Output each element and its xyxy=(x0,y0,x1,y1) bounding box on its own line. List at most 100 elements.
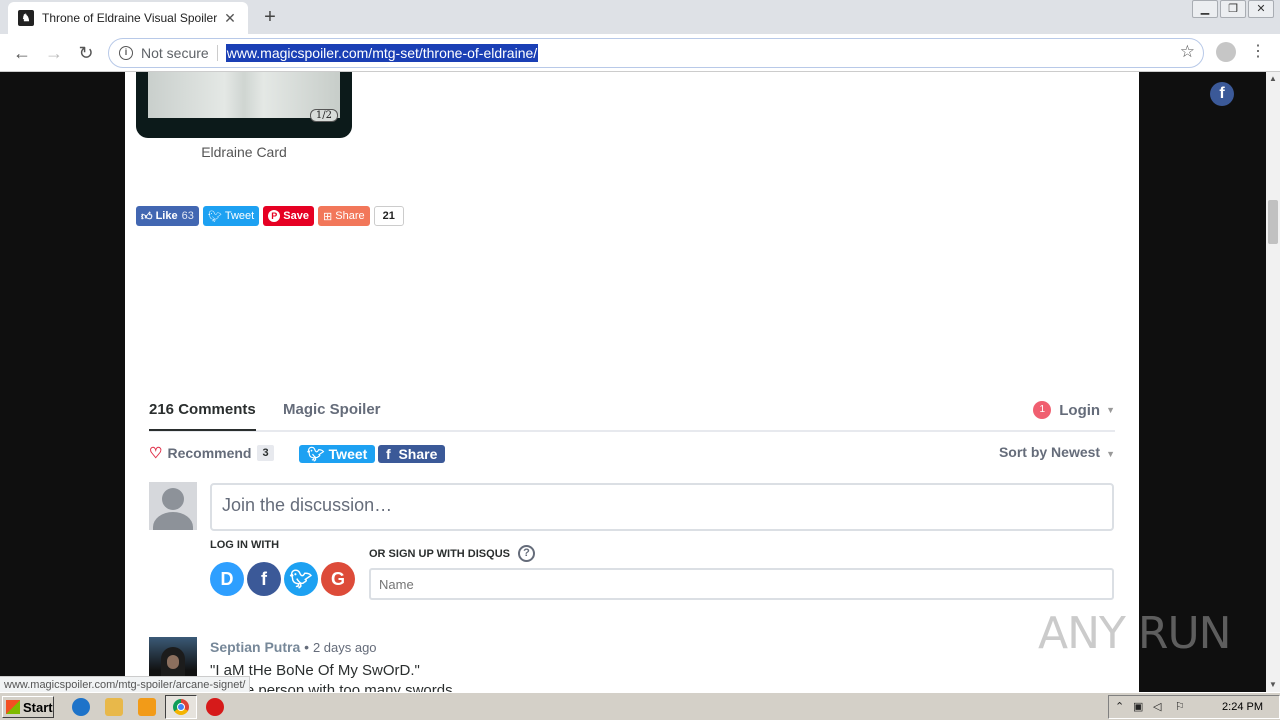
address-bar[interactable]: i Not secure www.magicspoiler.com/mtg-se… xyxy=(108,38,1204,68)
minimize-button[interactable]: ▁ xyxy=(1192,0,1218,18)
twitter-login-icon[interactable]: 🐦︎ xyxy=(284,562,318,596)
comment-time[interactable]: 2 days ago xyxy=(313,640,377,655)
start-label: Start xyxy=(23,699,53,715)
sign-up-with-disqus: OR SIGN UP WITH DISQUS ? xyxy=(369,545,535,562)
forward-arrow-icon[interactable]: → xyxy=(42,41,66,65)
tab-magic-spoiler[interactable]: Magic Spoiler xyxy=(283,401,381,418)
back-arrow-icon[interactable]: ← xyxy=(10,41,34,65)
menu-dots-icon[interactable]: ⋮ xyxy=(1250,42,1266,62)
google-login-icon[interactable]: G xyxy=(321,562,355,596)
share-total-count: 21 xyxy=(373,206,404,226)
heart-icon: ♡ xyxy=(149,445,163,462)
share-label: Share xyxy=(335,210,365,222)
volume-icon[interactable]: ◁ xyxy=(1153,701,1165,713)
avatar-face xyxy=(167,655,179,669)
tweet-label: Tweet xyxy=(224,210,255,222)
recommend-count: 3 xyxy=(257,445,274,461)
page-scrollbar[interactable]: ▲ ▼ xyxy=(1266,72,1280,692)
windows-logo-icon xyxy=(6,700,20,714)
start-button[interactable]: Start xyxy=(2,696,54,718)
window-controls: ▁ ❐ ✕ xyxy=(1190,0,1274,18)
disqus-share-button[interactable]: f Share xyxy=(378,445,446,463)
disqus-login-icon[interactable]: D xyxy=(210,562,244,596)
tab-close-icon[interactable]: ✕ xyxy=(222,10,238,27)
comment-separator: • xyxy=(304,639,310,655)
restore-button[interactable]: ❐ xyxy=(1220,0,1246,18)
clock[interactable]: 2:24 PM xyxy=(1222,701,1263,713)
card-caption[interactable]: Eldraine Card xyxy=(136,144,352,160)
recommend-label: Recommend xyxy=(167,445,252,461)
facebook-like-button[interactable]: 👍︎ Like 63 xyxy=(136,206,199,226)
scroll-up-icon[interactable]: ▲ xyxy=(1266,72,1280,86)
share-button[interactable]: ⊞ Share xyxy=(317,206,370,226)
not-secure-label[interactable]: Not secure xyxy=(141,45,218,61)
default-avatar xyxy=(149,482,197,530)
network-icon[interactable]: ▣ xyxy=(1133,701,1145,713)
facebook-login-icon[interactable]: f xyxy=(247,562,281,596)
browser-tab[interactable]: ♞ Throne of Eldraine Visual Spoiler ✕ xyxy=(8,2,248,34)
share-bar: 👍︎ Like 63 🐦︎ Tweet P Save ⊞ Share 21 xyxy=(136,206,404,226)
tab-comments[interactable]: 216 Comments xyxy=(149,401,256,431)
chrome-taskbar-button[interactable] xyxy=(165,695,197,719)
profile-avatar-icon[interactable] xyxy=(1216,42,1236,62)
thumbs-up-icon: 👍︎ xyxy=(141,210,153,223)
disqus-comments: 216 Comments Magic Spoiler 1 Login ▼ ♡ R… xyxy=(149,392,1115,692)
disqus-actions: ♡ Recommend 3 🐦︎ Tweet f Share Sort by N… xyxy=(149,432,1115,476)
login-menu[interactable]: 1 Login ▼ xyxy=(1033,401,1115,419)
tray-expand-icon[interactable]: ⌃ xyxy=(1115,701,1127,713)
pinterest-save-button[interactable]: P Save xyxy=(263,206,314,226)
info-icon[interactable]: i xyxy=(119,46,133,60)
card-number: 1/2 xyxy=(309,109,338,122)
tab-title: Throne of Eldraine Visual Spoiler xyxy=(42,11,218,25)
internet-explorer-icon[interactable] xyxy=(72,698,90,716)
log-in-with-label: LOG IN WITH xyxy=(210,539,280,551)
media-player-icon[interactable] xyxy=(138,698,156,716)
notification-badge: 1 xyxy=(1033,401,1052,419)
sort-dropdown[interactable]: Sort by Newest ▼ xyxy=(999,444,1115,460)
tweet-button[interactable]: 🐦︎ Tweet xyxy=(202,206,260,226)
facebook-float-icon[interactable]: f xyxy=(1210,82,1234,106)
recommend-button[interactable]: ♡ Recommend 3 xyxy=(149,444,274,462)
disqus-nav: 216 Comments Magic Spoiler 1 Login ▼ xyxy=(149,392,1115,432)
security-app-icon[interactable] xyxy=(206,698,224,716)
name-field[interactable] xyxy=(369,568,1114,600)
close-window-button[interactable]: ✕ xyxy=(1248,0,1274,18)
sso-buttons: D f 🐦︎ G xyxy=(210,562,358,596)
action-center-flag-icon[interactable]: ⚐ xyxy=(1175,701,1187,713)
scroll-down-icon[interactable]: ▼ xyxy=(1266,678,1280,692)
sign-up-label: OR SIGN UP WITH DISQUS xyxy=(369,547,510,560)
twitter-bird-icon: 🐦︎ xyxy=(207,210,222,223)
pinterest-icon: P xyxy=(268,210,281,222)
new-tab-button[interactable]: + xyxy=(258,6,282,28)
help-question-icon[interactable]: ? xyxy=(517,545,535,562)
like-count: 63 xyxy=(181,210,194,222)
file-explorer-icon[interactable] xyxy=(105,698,123,716)
tweet-label: Tweet xyxy=(328,446,368,462)
plus-icon: ⊞ xyxy=(322,210,333,223)
login-label: Login xyxy=(1059,401,1101,419)
disqus-tweet-button[interactable]: 🐦︎ Tweet xyxy=(299,445,376,463)
join-discussion-input[interactable]: Join the discussion… xyxy=(210,483,1114,531)
caret-down-icon: ▼ xyxy=(1106,405,1115,415)
status-bar-url: www.magicspoiler.com/mtg-spoiler/arcane-… xyxy=(0,676,251,692)
like-label: Like xyxy=(155,210,178,222)
magicspoiler-favicon-icon: ♞ xyxy=(18,10,34,26)
reload-icon[interactable]: ↻ xyxy=(74,41,98,65)
scroll-thumb[interactable] xyxy=(1268,200,1278,244)
save-label: Save xyxy=(283,210,309,222)
caret-down-icon: ▼ xyxy=(1106,449,1115,459)
sort-label: Sort by Newest xyxy=(998,444,1101,460)
page-content: 1/2 Eldraine Card 👍︎ Like 63 🐦︎ Tweet P S… xyxy=(125,72,1139,692)
avatar-body xyxy=(153,512,193,530)
comment-author[interactable]: Septian Putra xyxy=(210,639,300,655)
card-image[interactable]: 1/2 xyxy=(136,72,352,138)
anyrun-watermark: ANY RUN xyxy=(1038,608,1232,659)
facebook-f-icon: f xyxy=(386,446,391,462)
share-label: Share xyxy=(398,446,438,462)
comment-header: Septian Putra • 2 days ago xyxy=(210,639,377,655)
bookmark-star-icon[interactable]: ☆ xyxy=(1180,42,1195,62)
browser-toolbar: ← → ↻ i Not secure www.magicspoiler.com/… xyxy=(0,34,1280,72)
chrome-icon xyxy=(173,699,189,715)
browser-title-bar: ♞ Throne of Eldraine Visual Spoiler ✕ + … xyxy=(0,0,1280,34)
url-text[interactable]: www.magicspoiler.com/mtg-set/throne-of-e… xyxy=(225,44,539,62)
